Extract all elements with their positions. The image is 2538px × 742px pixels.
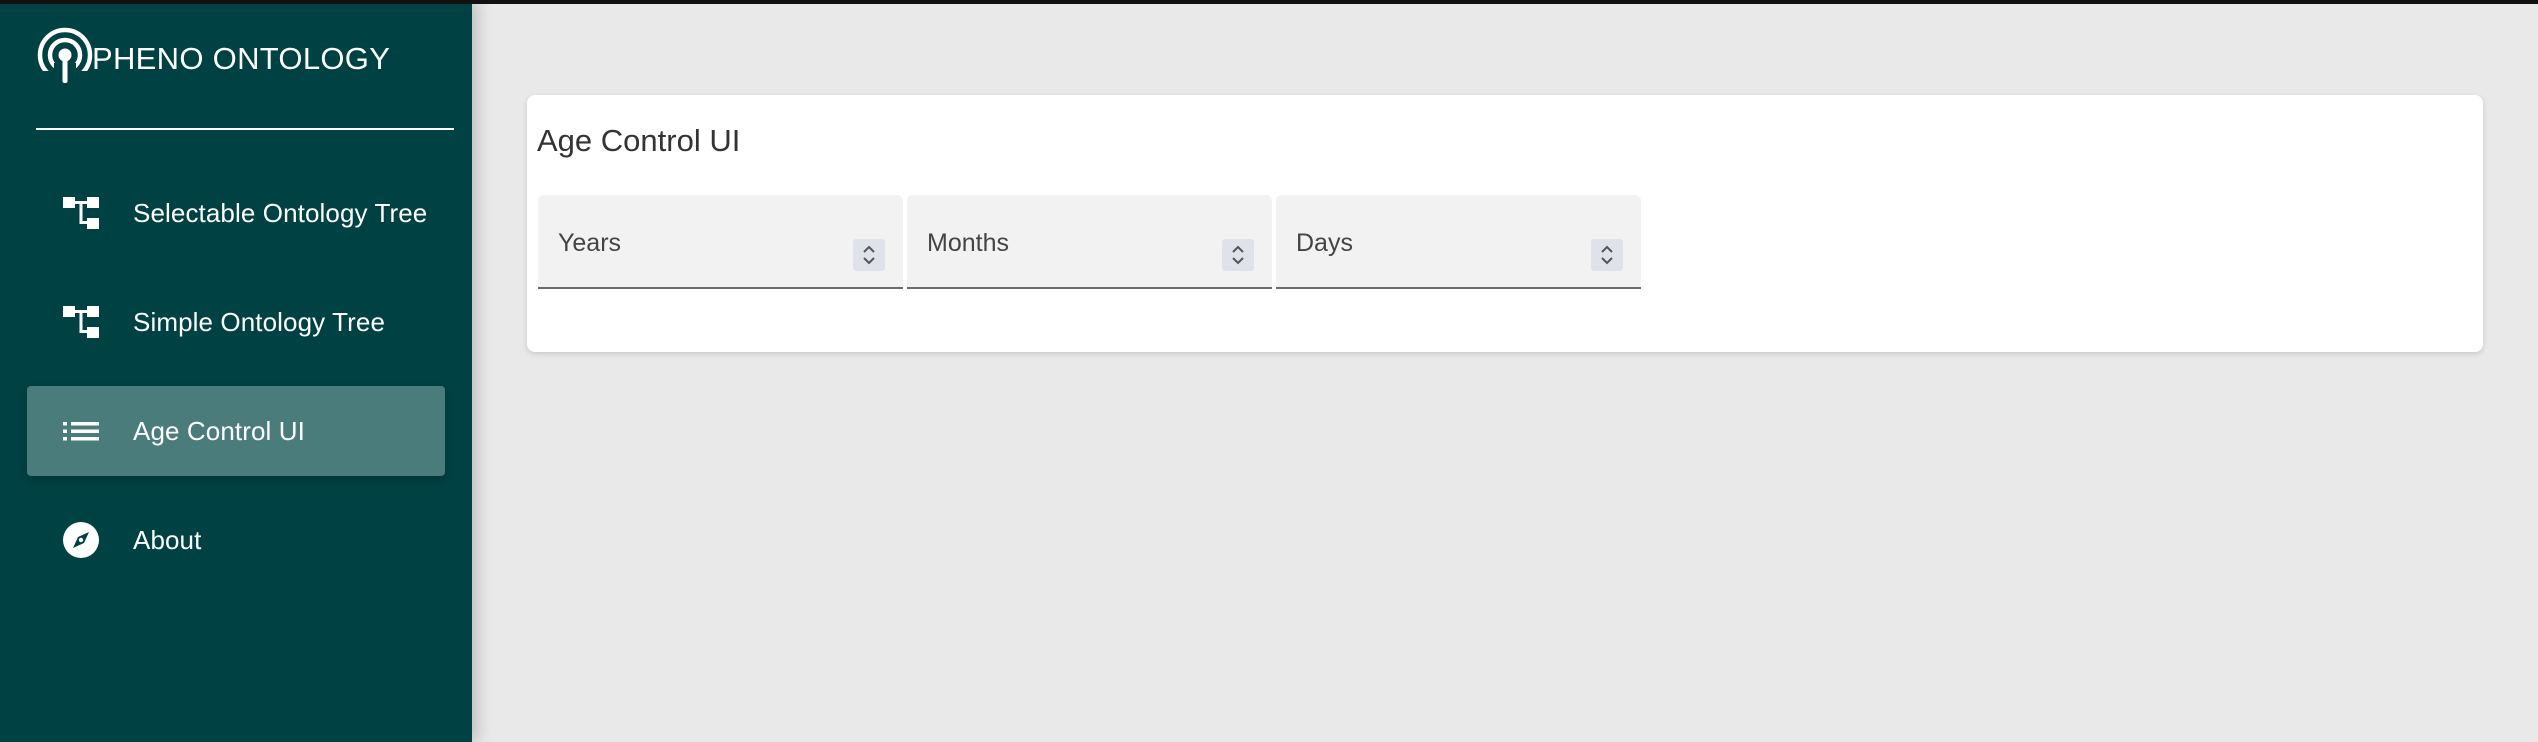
sidebar-item-label: About — [133, 524, 202, 555]
sidebar-item-selectable-ontology-tree[interactable]: Selectable Ontology Tree — [27, 168, 445, 258]
sidebar-divider — [36, 128, 454, 130]
main-content: Age Control UI Years Months Days — [472, 0, 2538, 742]
compass-icon — [59, 518, 103, 562]
chevron-up-down-icon — [1232, 245, 1244, 265]
age-fields: Years Months Days — [538, 195, 1645, 289]
chevron-up-down-icon — [1601, 245, 1613, 265]
days-field[interactable]: Days — [1276, 195, 1641, 289]
sidebar-item-label: Selectable Ontology Tree — [133, 197, 428, 228]
sidebar-item-about[interactable]: About — [27, 495, 445, 585]
sidebar-item-age-control-ui[interactable]: Age Control UI — [27, 386, 445, 476]
list-icon — [59, 409, 103, 453]
brand[interactable]: PHENO ONTOLOGY — [34, 27, 391, 88]
app-title: PHENO ONTOLOGY — [92, 41, 391, 76]
sidebar-item-label: Simple Ontology Tree — [133, 306, 386, 337]
chevron-up-down-icon — [863, 245, 875, 265]
months-field-label: Months — [927, 229, 1009, 257]
sidebar-item-simple-ontology-tree[interactable]: Simple Ontology Tree — [27, 277, 445, 367]
card-title: Age Control UI — [537, 123, 741, 158]
podcast-broadcast-icon — [37, 27, 93, 87]
months-stepper[interactable] — [1222, 239, 1254, 271]
tree-structure-icon — [59, 300, 103, 344]
years-field[interactable]: Years — [538, 195, 903, 289]
days-field-label: Days — [1296, 229, 1353, 257]
sidebar: PHENO ONTOLOGY Selectable Ontology Tree — [0, 0, 472, 742]
years-field-label: Years — [558, 229, 622, 257]
years-stepper[interactable] — [853, 239, 885, 271]
window-top-border — [0, 0, 2538, 4]
age-control-card: Age Control UI Years Months Days — [527, 95, 2483, 352]
months-field[interactable]: Months — [907, 195, 1272, 289]
sidebar-item-label: Age Control UI — [133, 415, 305, 446]
days-stepper[interactable] — [1591, 239, 1623, 271]
tree-structure-icon — [59, 191, 103, 235]
